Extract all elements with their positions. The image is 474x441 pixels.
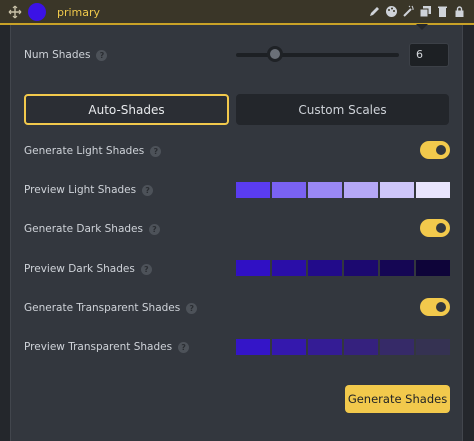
dark-shade-swatch-4[interactable] (344, 260, 378, 276)
tab-custom-scales[interactable]: Custom Scales (236, 94, 449, 125)
num-shades-row: Num Shades ? (24, 49, 108, 61)
preview-transparent-label: Preview Transparent Shades (24, 341, 173, 353)
preview-transparent-row: Preview Transparent Shades ? (24, 341, 190, 353)
help-icon[interactable]: ? (96, 49, 108, 61)
transparent-shade-swatch-2[interactable] (272, 339, 306, 355)
light-shade-swatch-4[interactable] (344, 182, 378, 198)
help-icon[interactable]: ? (186, 302, 198, 314)
transparent-shade-swatch-5[interactable] (380, 339, 414, 355)
num-shades-slider-thumb[interactable] (267, 46, 284, 62)
light-shade-swatch-1[interactable] (236, 182, 270, 198)
dark-shade-swatch-6[interactable] (416, 260, 450, 276)
generate-dark-label: Generate Dark Shades (24, 223, 143, 235)
preview-light-label: Preview Light Shades (24, 184, 137, 196)
generate-transparent-row: Generate Transparent Shades ? (24, 302, 198, 314)
light-shade-swatch-3[interactable] (308, 182, 342, 198)
dark-shade-swatch-2[interactable] (272, 260, 306, 276)
preview-dark-label: Preview Dark Shades (24, 263, 135, 275)
generate-dark-toggle[interactable] (420, 219, 450, 237)
preview-dark-row: Preview Dark Shades ? (24, 263, 152, 275)
light-shade-swatch-2[interactable] (272, 182, 306, 198)
panel-pointer (416, 24, 428, 30)
color-name-label[interactable]: primary (57, 6, 100, 19)
help-icon[interactable]: ? (150, 145, 162, 157)
num-shades-input[interactable]: 6 (409, 43, 449, 67)
light-shades-preview (236, 182, 450, 198)
help-icon[interactable]: ? (178, 341, 190, 353)
drag-handle-icon[interactable] (8, 5, 22, 19)
header-actions (368, 5, 466, 18)
generate-light-row: Generate Light Shades ? (24, 145, 162, 157)
copy-icon[interactable] (419, 5, 432, 18)
transparent-shades-preview (236, 339, 450, 355)
palette-icon[interactable] (385, 5, 398, 18)
toggle-knob (436, 223, 446, 233)
help-icon[interactable]: ? (140, 263, 152, 275)
dark-shade-swatch-5[interactable] (380, 260, 414, 276)
generate-light-label: Generate Light Shades (24, 145, 145, 157)
transparent-shade-swatch-3[interactable] (308, 339, 342, 355)
trash-icon[interactable] (436, 5, 449, 18)
tab-auto-shades[interactable]: Auto-Shades (24, 94, 229, 125)
dark-shades-preview (236, 260, 450, 276)
pencil-icon[interactable] (368, 5, 381, 18)
help-icon[interactable]: ? (142, 184, 154, 196)
generate-light-toggle[interactable] (420, 141, 450, 159)
generate-transparent-label: Generate Transparent Shades (24, 302, 181, 314)
transparent-shade-swatch-1[interactable] (236, 339, 270, 355)
preview-light-row: Preview Light Shades ? (24, 184, 154, 196)
toggle-knob (436, 145, 446, 155)
toggle-knob (436, 302, 446, 312)
lock-icon[interactable] (453, 5, 466, 18)
transparent-shade-swatch-4[interactable] (344, 339, 378, 355)
dark-shade-swatch-1[interactable] (236, 260, 270, 276)
dark-shade-swatch-3[interactable] (308, 260, 342, 276)
magic-wand-icon[interactable] (402, 5, 415, 18)
generate-transparent-toggle[interactable] (420, 298, 450, 316)
light-shade-swatch-6[interactable] (416, 182, 450, 198)
transparent-shade-swatch-6[interactable] (416, 339, 450, 355)
generate-shades-button[interactable]: Generate Shades (345, 385, 450, 413)
generate-dark-row: Generate Dark Shades ? (24, 223, 160, 235)
color-swatch[interactable] (28, 3, 46, 21)
light-shade-swatch-5[interactable] (380, 182, 414, 198)
color-header-bar: primary (0, 0, 474, 25)
num-shades-slider-track[interactable] (236, 53, 399, 57)
help-icon[interactable]: ? (148, 223, 160, 235)
num-shades-label: Num Shades (24, 49, 91, 61)
